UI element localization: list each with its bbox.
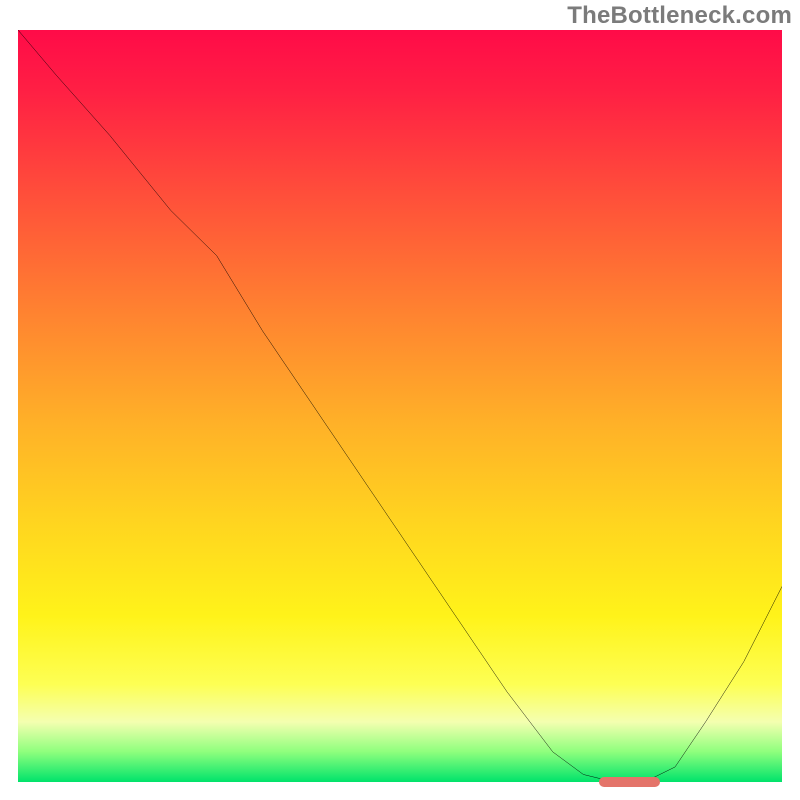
line-series bbox=[18, 30, 782, 782]
valley-marker bbox=[599, 777, 660, 787]
watermark-text: TheBottleneck.com bbox=[567, 2, 792, 30]
plot-area bbox=[18, 30, 782, 782]
